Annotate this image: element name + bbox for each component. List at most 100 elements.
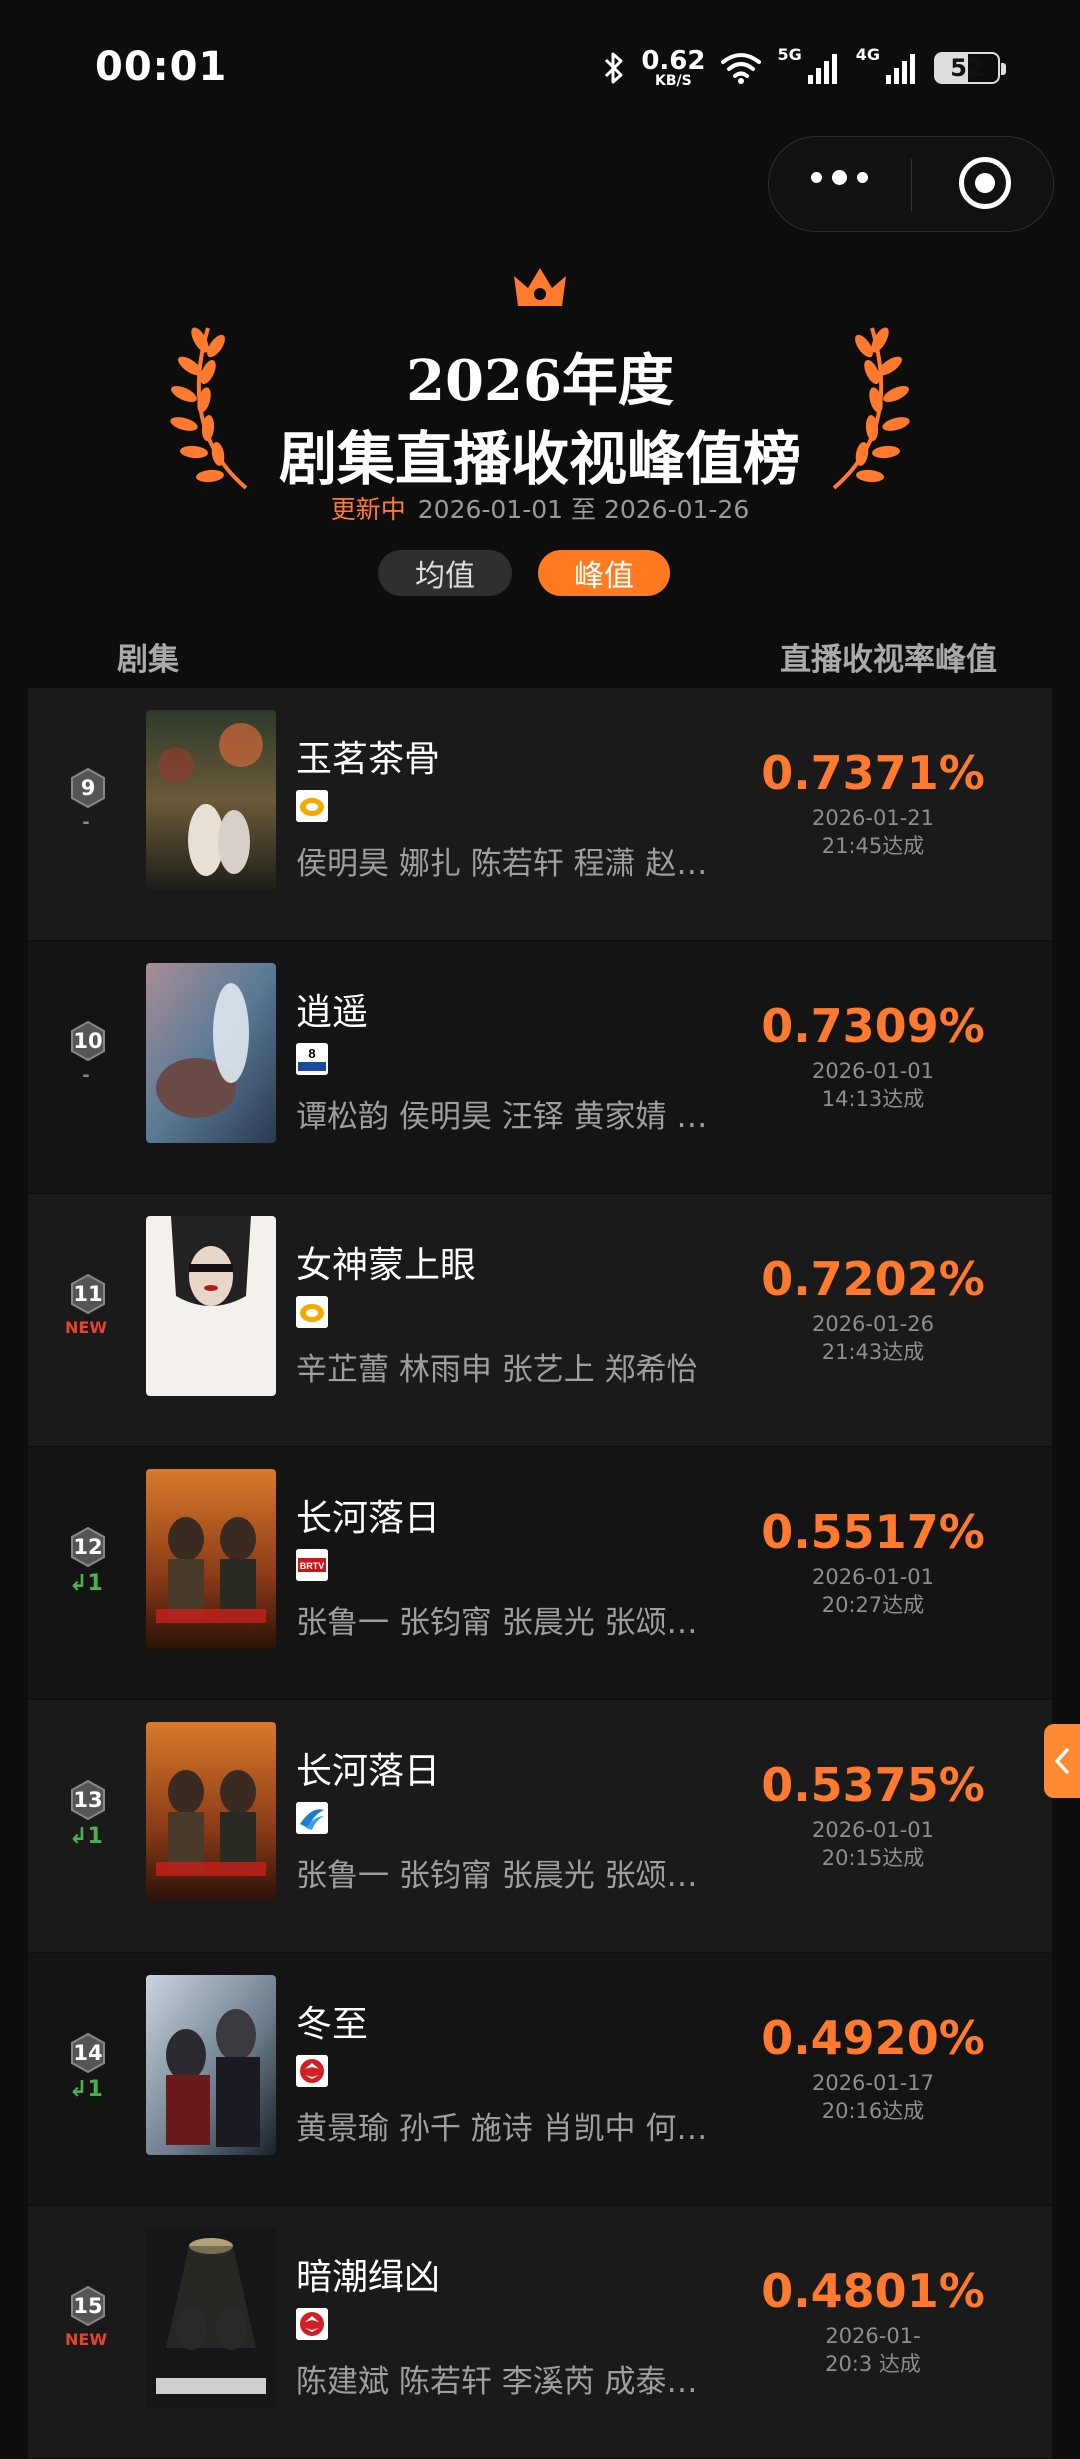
rank-badge: 13 [70, 1780, 106, 1820]
peak-rating: 0.7202% [761, 1252, 985, 1306]
rank-number: 9 [80, 776, 96, 800]
ranking-row[interactable]: 15 NEW 暗潮缉凶 陈建斌 陈若轩 李溪芮 成泰… 0.4801% 2026… [28, 2206, 1052, 2459]
poster-image [146, 2228, 276, 2408]
svg-text:8: 8 [308, 1046, 315, 1061]
cast-list: 陈建斌 陈若轩 李溪芮 成泰… [296, 2364, 698, 2400]
ranking-row[interactable]: 13 ↲1 长河落日 张鲁一 张钧甯 张晨光 张颂… 0.5375% 2026-… [28, 1700, 1052, 1953]
reached-time: 2026-01-01 20:27达成 [811, 1565, 935, 1617]
poster-image [146, 1469, 276, 1649]
hunan-tv-logo [296, 790, 328, 822]
signal-5g-icon [807, 54, 837, 84]
peak-rating: 0.4920% [761, 2011, 985, 2065]
miniprogram-capsule [768, 136, 1054, 232]
show-title: 暗潮缉凶 [296, 2257, 441, 2298]
date-range: 2026-01-01 至 2026-01-26 [417, 495, 750, 524]
poster-image [146, 710, 276, 890]
poster-image [146, 1975, 276, 2155]
side-expand-tab[interactable] [1044, 1724, 1080, 1798]
rank-change-up: ↲1 [69, 1571, 103, 1596]
peak-rating: 0.5375% [761, 1758, 985, 1812]
rank-change: - [82, 812, 90, 833]
ranking-row[interactable]: 9 - 玉茗茶骨 侯明昊 娜扎 陈若轩 程潇 赵… 0.7371% 2026-0… [28, 688, 1052, 941]
toggle-peak[interactable]: 峰值 [538, 550, 670, 596]
net1-label: 5G [777, 44, 802, 64]
net2-label: 4G [855, 44, 880, 64]
zhejiang-tv-logo [296, 1802, 328, 1834]
ranking-row[interactable]: 10 - 逍遥 8 谭松韵 侯明昊 汪铎 黄家婧 … 0.7309% 2026-… [28, 941, 1052, 1194]
rank-number: 12 [73, 1535, 103, 1559]
show-title: 逍遥 [296, 992, 369, 1033]
peak-rating: 0.7371% [761, 746, 985, 800]
show-title: 女神蒙上眼 [296, 1245, 477, 1286]
rank-badge: 11 [70, 1274, 106, 1314]
update-info: 更新中 2026-01-01 至 2026-01-26 [0, 490, 1080, 526]
svg-text:BRTV: BRTV [300, 1561, 325, 1571]
jiangsu-tv-logo [296, 2055, 328, 2087]
show-title: 长河落日 [296, 1751, 441, 1792]
rank-number: 11 [73, 1282, 103, 1306]
rank-number: 13 [73, 1788, 103, 1812]
rank-badge: 9 [70, 768, 106, 808]
status-bar: 00:01 0.62 KB/S 5G 4G 52 [0, 0, 1080, 130]
column-header-show: 剧集 [117, 642, 179, 678]
cast-list: 张鲁一 张钧甯 张晨光 张颂… [296, 1605, 698, 1641]
rank-change: - [82, 1065, 90, 1086]
cast-list: 谭松韵 侯明昊 汪铎 黄家婧 … [296, 1099, 708, 1135]
battery-icon: 52 [934, 52, 1006, 84]
reached-time: 2026-01-17 20:16达成 [811, 2071, 935, 2123]
bluetooth-icon [605, 52, 623, 84]
rank-number: 14 [73, 2041, 103, 2065]
rank-badge: 15 [70, 2286, 106, 2326]
ranking-row[interactable]: 11 NEW 女神蒙上眼 辛芷蕾 林雨申 张艺上 郑希怡 0.7202% 202… [28, 1194, 1052, 1447]
show-title: 玉茗茶骨 [296, 739, 441, 780]
reached-time: 2026-01-01 14:13达成 [811, 1059, 935, 1111]
cast-list: 张鲁一 张钧甯 张晨光 张颂… [296, 1858, 698, 1894]
show-title: 长河落日 [296, 1498, 441, 1539]
ranking-row[interactable]: 14 ↲1 冬至 黄景瑜 孙千 施诗 肖凯中 何… 0.4920% 2026-0… [28, 1953, 1052, 2206]
rank-number: 10 [73, 1029, 103, 1053]
poster-image [146, 1722, 276, 1902]
ranking-row[interactable]: 12 ↲1 长河落日 BRTV 张鲁一 张钧甯 张晨光 张颂… 0.5517% … [28, 1447, 1052, 1700]
toggle-average[interactable]: 均值 [378, 550, 512, 596]
cctv8-logo: 8 [296, 1043, 328, 1075]
crown-icon [514, 268, 566, 306]
cast-list: 辛芷蕾 林雨申 张艺上 郑希怡 [296, 1352, 698, 1388]
poster-image [146, 963, 276, 1143]
rank-badge: 14 [70, 2033, 106, 2073]
column-header-peak-rating: 直播收视率峰值 [780, 642, 997, 678]
btv-logo: BRTV [296, 1549, 328, 1581]
reached-time: 2026-01-26 21:43达成 [811, 1312, 935, 1364]
close-target-icon[interactable] [959, 157, 1011, 209]
reached-time: 2026-01- 20:3 达成 [825, 2324, 921, 2376]
status-time: 00:01 [95, 44, 228, 90]
rank-change-new: NEW [65, 1318, 107, 1337]
net-speed: 0.62 KB/S [641, 46, 706, 89]
hunan-tv-logo [296, 1296, 328, 1328]
reached-time: 2026-01-21 21:45达成 [811, 806, 935, 858]
rank-change-new: NEW [65, 2330, 107, 2349]
rank-badge: 12 [70, 1527, 106, 1567]
peak-rating: 0.4801% [761, 2264, 985, 2318]
status-icons: 0.62 KB/S 5G 4G 52 [603, 44, 1006, 90]
rank-change-up: ↲1 [69, 1824, 103, 1849]
page-title-year: 2026年度 [406, 348, 674, 414]
update-status: 更新中 [330, 495, 406, 524]
peak-rating: 0.7309% [761, 999, 985, 1053]
chevron-left-icon [1055, 1748, 1069, 1774]
more-icon[interactable] [811, 170, 868, 185]
jiangsu-tv-logo [296, 2308, 328, 2340]
reached-time: 2026-01-01 20:15达成 [811, 1818, 935, 1870]
cast-list: 黄景瑜 孙千 施诗 肖凯中 何… [296, 2111, 708, 2147]
capsule-divider [911, 159, 912, 211]
poster-image [146, 1216, 276, 1396]
rank-badge: 10 [70, 1021, 106, 1061]
show-title: 冬至 [296, 2004, 369, 2045]
peak-rating: 0.5517% [761, 1505, 985, 1559]
ranking-list: 9 - 玉茗茶骨 侯明昊 娜扎 陈若轩 程潇 赵… 0.7371% 2026-0… [28, 688, 1052, 2459]
rank-change-up: ↲1 [69, 2077, 103, 2102]
page-title: 剧集直播收视峰值榜 [278, 425, 801, 493]
signal-4g-icon [886, 54, 915, 84]
rank-number: 15 [73, 2294, 103, 2318]
wifi-icon [721, 53, 762, 84]
cast-list: 侯明昊 娜扎 陈若轩 程潇 赵… [296, 846, 708, 882]
